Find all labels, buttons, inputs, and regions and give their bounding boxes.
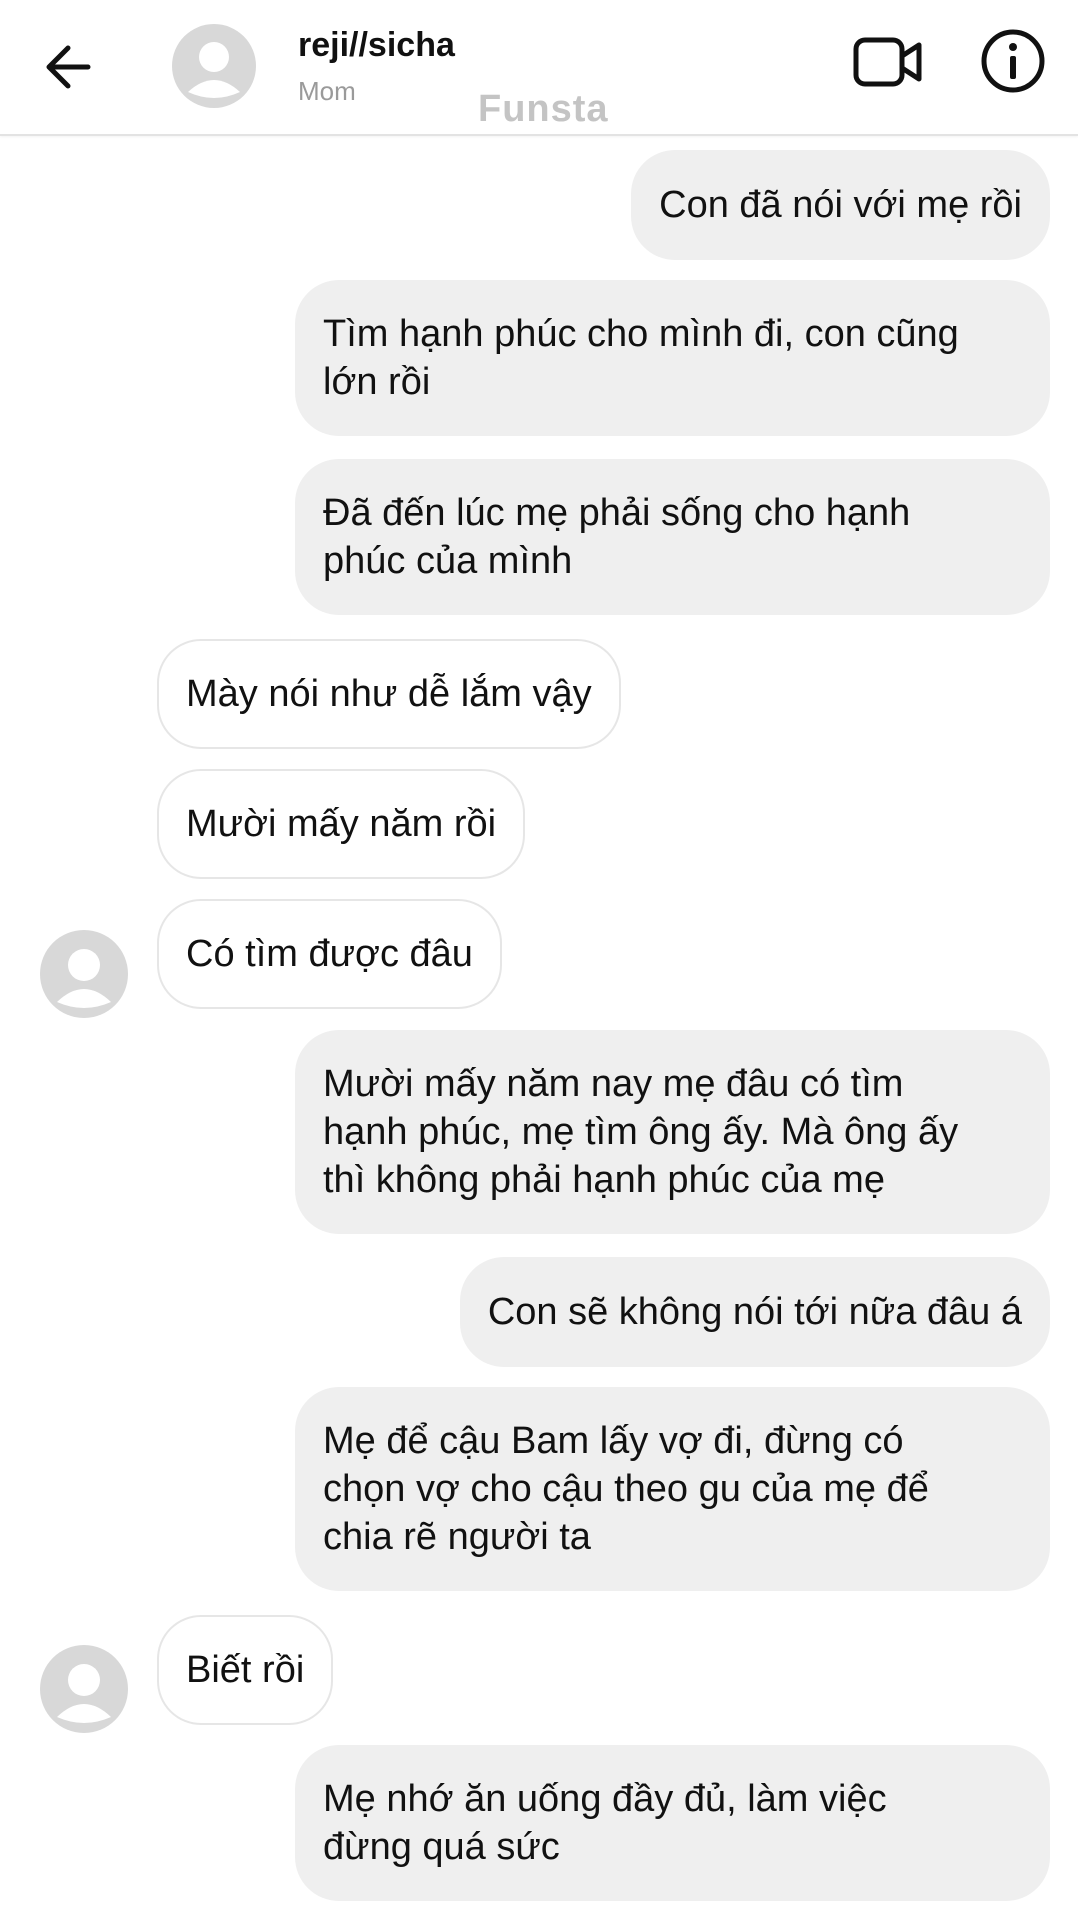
info-icon[interactable] [980,28,1046,94]
message-bubble-received[interactable]: Mày nói như dễ lắm vậy [157,639,621,749]
message-bubble-sent[interactable]: Mẹ để cậu Bam lấy vợ đi, đừng có chọn vợ… [295,1387,1050,1591]
back-arrow-icon[interactable] [38,36,100,98]
message-bubble-sent[interactable]: Mẹ nhớ ăn uống đầy đủ, làm việc đừng quá… [295,1745,1050,1901]
message-bubble-received[interactable]: Có tìm được đâu [157,899,502,1009]
message-bubble-sent[interactable]: Con sẽ không nói tới nữa đâu á [459,1257,1050,1367]
message-bubble-sent[interactable]: Đã đến lúc mẹ phải sống cho hạnh phúc củ… [295,459,1050,615]
message-bubble-received[interactable]: Mười mấy năm rồi [157,769,526,879]
watermark-text: Funsta [478,88,609,130]
video-call-icon[interactable] [852,30,924,94]
contact-subtitle: Mom [298,76,356,106]
message-bubble-sent[interactable]: Mười mấy năm nay mẹ đâu có tìm hạnh phúc… [295,1030,1050,1234]
message-bubble-received[interactable]: Biết rồi [157,1615,334,1725]
sender-avatar-icon[interactable] [40,930,128,1018]
message-bubble-sent[interactable]: Tìm hạnh phúc cho mình đi, con cũng lớn … [295,280,1050,436]
profile-avatar-icon[interactable] [172,24,256,108]
contact-name[interactable]: reji//sicha [298,26,455,65]
chat-header: reji//sicha Mom Funsta [0,0,1078,136]
sender-avatar-icon[interactable] [40,1645,128,1733]
message-bubble-sent[interactable]: Con đã nói với mẹ rồi [631,150,1050,260]
